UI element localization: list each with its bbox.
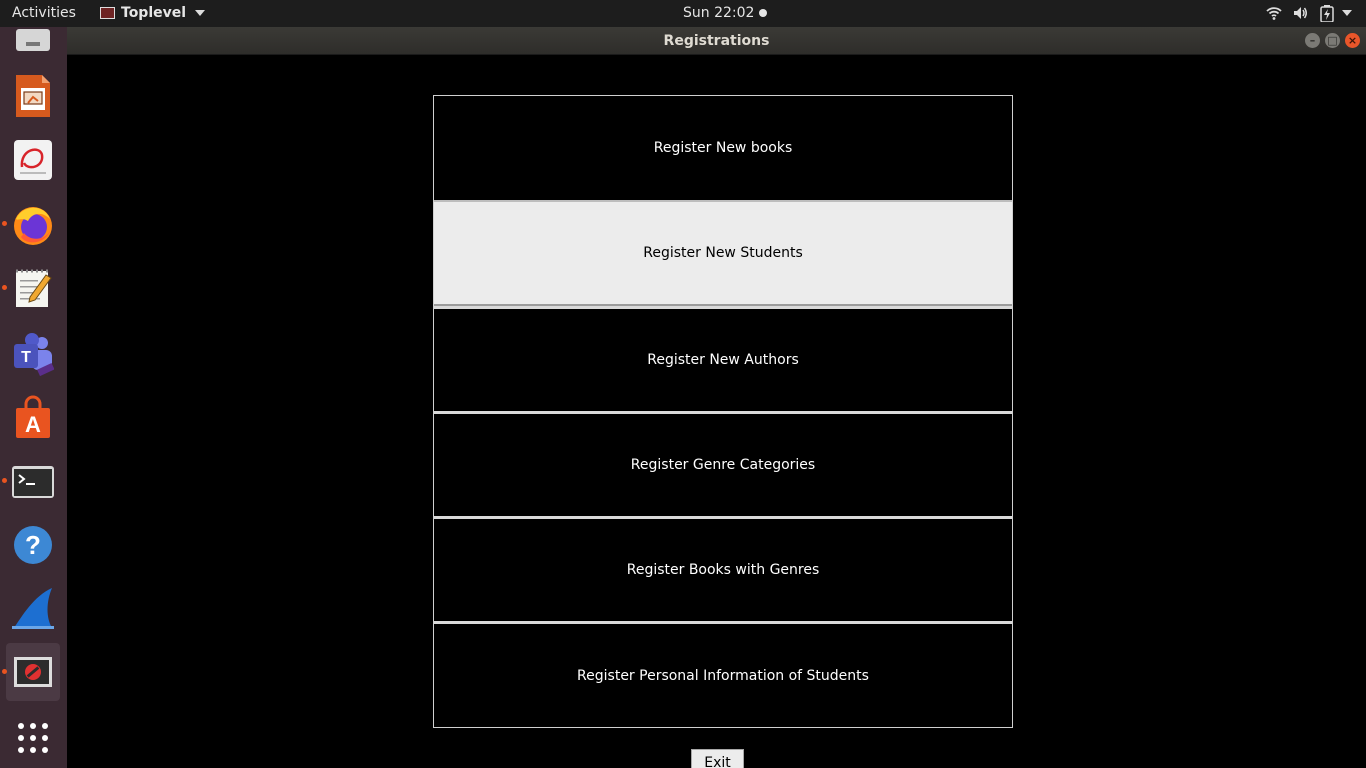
removable-drive-icon bbox=[16, 29, 50, 51]
registrations-content: Register New books Register New Students… bbox=[67, 55, 1366, 768]
libreoffice-impress-icon bbox=[16, 75, 50, 117]
register-new-students-label: Register New Students bbox=[643, 245, 803, 261]
svg-text:?: ? bbox=[25, 530, 41, 560]
dock-item-help[interactable]: ? bbox=[6, 516, 60, 574]
clock-label: Sun 22:02 bbox=[683, 5, 755, 21]
show-apps-button[interactable] bbox=[6, 707, 60, 765]
show-apps-icon bbox=[18, 723, 48, 753]
exit-button[interactable]: Exit bbox=[691, 749, 744, 768]
running-indicator-icon bbox=[2, 285, 7, 290]
wireshark-icon bbox=[12, 588, 54, 629]
register-books-with-genres-button[interactable]: Register Books with Genres bbox=[434, 516, 1012, 621]
register-new-books-label: Register New books bbox=[653, 140, 793, 156]
register-genre-categories-button[interactable]: Register Genre Categories bbox=[434, 411, 1012, 516]
tk-app-icon bbox=[14, 657, 52, 687]
dock-item-text-editor[interactable] bbox=[2, 259, 60, 317]
app-menu[interactable]: Toplevel bbox=[100, 5, 206, 21]
svg-text:T: T bbox=[21, 349, 31, 366]
dock-item-firefox[interactable] bbox=[2, 195, 60, 253]
register-new-authors-label: Register New Authors bbox=[647, 352, 799, 368]
chevron-down-icon bbox=[195, 10, 206, 16]
terminal-icon bbox=[12, 466, 54, 498]
document-viewer-icon bbox=[14, 140, 52, 180]
register-new-books-button[interactable]: Register New books bbox=[434, 96, 1012, 200]
firefox-icon bbox=[14, 207, 52, 245]
clock[interactable]: Sun 22:02 bbox=[683, 5, 768, 21]
software-center-icon: A bbox=[16, 395, 50, 438]
maximize-button[interactable]: □ bbox=[1325, 33, 1340, 48]
minimize-button[interactable]: – bbox=[1305, 33, 1320, 48]
dock-item-software[interactable]: A bbox=[6, 388, 60, 446]
notification-dot-icon bbox=[759, 9, 768, 17]
svg-text:A: A bbox=[25, 412, 41, 437]
text-editor-icon bbox=[16, 269, 52, 307]
dock: T A ? bbox=[0, 27, 67, 768]
registration-button-list: Register New books Register New Students… bbox=[433, 95, 1013, 728]
dock-item-wireshark[interactable] bbox=[6, 580, 60, 638]
top-bar: Activities Toplevel Sun 22:02 bbox=[0, 0, 1366, 27]
system-tray[interactable] bbox=[1246, 3, 1366, 25]
dock-item-tk-app[interactable] bbox=[2, 643, 60, 701]
register-new-authors-button[interactable]: Register New Authors bbox=[434, 306, 1012, 411]
app-window-icon bbox=[100, 7, 115, 19]
register-new-students-button[interactable]: Register New Students bbox=[434, 200, 1012, 306]
running-indicator-icon bbox=[2, 221, 7, 226]
dock-item-impress[interactable] bbox=[6, 67, 60, 125]
running-indicator-icon bbox=[2, 669, 7, 674]
dock-item-document-viewer[interactable] bbox=[6, 131, 60, 189]
window-title: Registrations bbox=[663, 33, 770, 49]
dock-item-teams[interactable]: T bbox=[6, 324, 60, 382]
teams-icon: T bbox=[14, 333, 54, 376]
dock-item-removable-drive[interactable] bbox=[6, 5, 60, 63]
maximize-icon: □ bbox=[1327, 34, 1338, 47]
dock-item-terminal[interactable] bbox=[2, 452, 60, 510]
register-personal-info-label: Register Personal Information of Student… bbox=[577, 667, 869, 684]
register-books-with-genres-label: Register Books with Genres bbox=[626, 562, 820, 578]
wifi-icon bbox=[1266, 7, 1282, 20]
app-menu-label: Toplevel bbox=[121, 5, 187, 21]
minimize-icon: – bbox=[1309, 34, 1316, 47]
register-genre-categories-label: Register Genre Categories bbox=[630, 457, 816, 473]
running-indicator-icon bbox=[2, 478, 7, 483]
volume-icon bbox=[1294, 7, 1307, 19]
register-personal-info-button[interactable]: Register Personal Information of Student… bbox=[434, 621, 1012, 727]
close-icon: × bbox=[1347, 34, 1358, 47]
chevron-down-icon bbox=[1342, 10, 1352, 16]
battery-icon bbox=[1320, 5, 1334, 22]
window-titlebar[interactable]: Registrations – □ × bbox=[67, 27, 1366, 55]
close-button[interactable]: × bbox=[1345, 33, 1360, 48]
help-icon: ? bbox=[14, 526, 52, 564]
